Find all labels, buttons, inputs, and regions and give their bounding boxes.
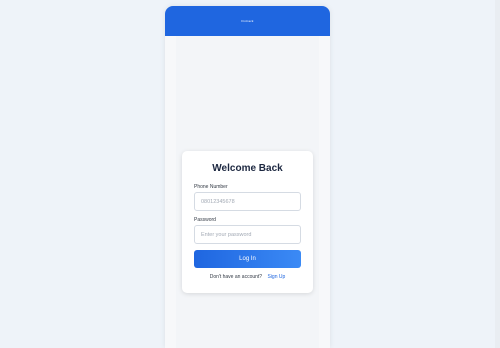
phone-input[interactable] <box>194 192 301 211</box>
login-button[interactable]: Log In <box>194 250 301 268</box>
password-input[interactable] <box>194 225 301 244</box>
signup-link[interactable]: Sign Up <box>267 274 285 280</box>
signup-prompt: Don't have an account? <box>209 274 263 280</box>
login-card: Welcome Back Phone Number Password Log I… <box>182 151 313 293</box>
phone-label: Phone Number <box>194 184 228 190</box>
page-scrollbar[interactable] <box>495 0 500 348</box>
login-title: Welcome Back <box>212 163 283 174</box>
password-label: Password <box>194 217 216 223</box>
signup-row: Don't have an account? Sign Up <box>182 274 313 280</box>
brand-logo: Fintrack <box>241 19 254 23</box>
top-bar: Fintrack <box>165 6 330 36</box>
